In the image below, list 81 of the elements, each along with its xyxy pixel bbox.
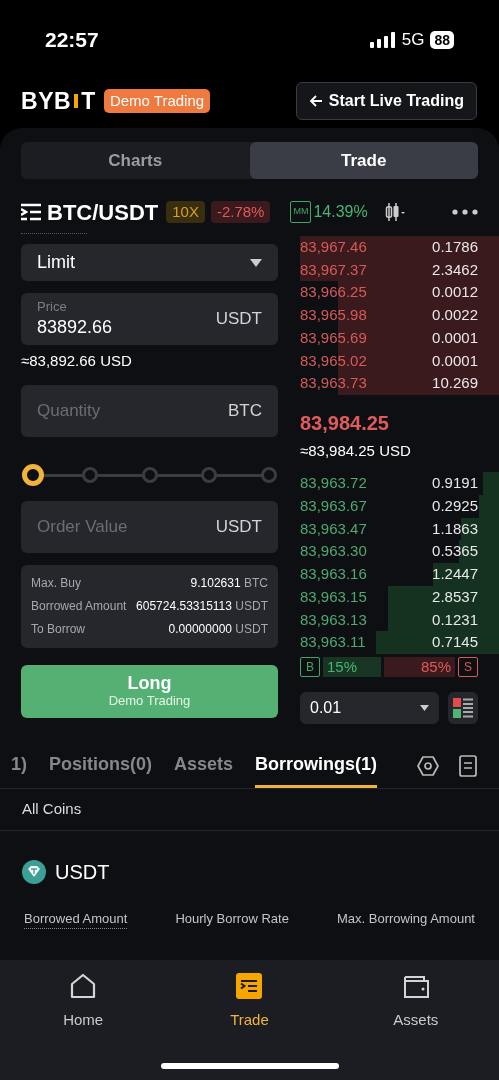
coin-name: USDT — [55, 859, 110, 885]
bid-row[interactable]: 83,963.72 0.9191 — [300, 472, 499, 495]
last-price-usd: ≈83,984.25 USD — [300, 440, 412, 461]
order-value-placeholder: Order Value — [37, 515, 128, 538]
ask-row[interactable]: 83,965.02 0.0001 — [300, 349, 499, 373]
info-value: 0.00000000 USDT — [168, 620, 268, 638]
sell-indicator: S — [458, 656, 478, 677]
pair-symbol[interactable]: BTC/USDT — [47, 195, 159, 229]
price-unit: USDT — [215, 308, 262, 331]
slider-thumb[interactable] — [22, 463, 44, 486]
column-header: Max. Borrowing Amount — [336, 909, 475, 928]
dropdown-caret-icon — [420, 704, 429, 711]
price-change-badge: -2.78% — [210, 200, 271, 224]
network-label: 5G — [401, 29, 425, 52]
book-layout-icon — [453, 697, 473, 718]
mm-ratio: 14.39% — [313, 202, 368, 222]
view-tab[interactable]: Trade — [249, 142, 478, 179]
section-tab[interactable]: Borrowings(1) — [255, 743, 378, 788]
bid-row[interactable]: 83,963.11 0.7145 — [300, 631, 499, 654]
quantity-field[interactable]: Quantity BTC — [21, 384, 278, 437]
column-header: Hourly Borrow Rate — [175, 909, 289, 928]
coin-icon — [22, 859, 46, 884]
candlestick-icon[interactable] — [384, 202, 407, 222]
ask-row[interactable]: 83,965.69 0.0001 — [300, 326, 499, 350]
tick-size-dropdown[interactable]: 0.01 — [300, 691, 439, 724]
more-icon[interactable] — [452, 209, 478, 215]
buy-indicator: B — [300, 656, 320, 677]
price-label: Price — [37, 299, 68, 315]
buy-share: 15% — [323, 656, 381, 677]
home-icon — [69, 972, 98, 1000]
info-label: Max. Buy — [31, 574, 81, 592]
settings-icon[interactable] — [417, 754, 439, 777]
ask-row[interactable]: 83,967.37 2.3462 — [300, 258, 499, 282]
last-price: 83,984.25 — [300, 410, 390, 436]
price-value: 83892.66 — [37, 316, 113, 339]
nav-item[interactable]: Assets — [332, 972, 499, 1032]
info-label: Borrowed Amount — [31, 597, 127, 615]
section-tab[interactable]: Positions(0) — [49, 743, 153, 788]
info-value: 605724.53315113 USDT — [136, 597, 268, 615]
price-field[interactable]: Price 83892.66 USDT — [21, 293, 278, 345]
dropdown-caret-icon — [250, 258, 262, 267]
nav-item[interactable]: Home — [0, 972, 167, 1032]
clock: 22:57 — [45, 27, 99, 54]
bid-row[interactable]: 83,963.67 0.2925 — [300, 495, 499, 518]
back-arrow-icon — [308, 94, 323, 108]
book-layout-button[interactable] — [448, 691, 478, 724]
leverage-badge: 10X — [166, 200, 205, 224]
demo-badge: Demo Trading — [103, 88, 211, 114]
view-tab[interactable]: Charts — [21, 142, 250, 179]
ask-row[interactable]: 83,967.46 0.1786 — [300, 236, 499, 259]
quantity-slider[interactable] — [22, 463, 277, 486]
bid-row[interactable]: 83,963.47 1.1863 — [300, 517, 499, 541]
ask-row[interactable]: 83,963.73 10.269 — [300, 372, 499, 395]
bid-row[interactable]: 83,963.15 2.8537 — [300, 585, 499, 609]
battery-level: 88 — [430, 31, 454, 49]
bid-row[interactable]: 83,963.13 0.1231 — [300, 608, 499, 632]
order-type-dropdown[interactable]: Limit — [21, 244, 278, 281]
pair-menu-icon — [21, 203, 41, 221]
ask-row[interactable]: 83,965.98 0.0022 — [300, 304, 499, 327]
price-usd-estimate: ≈83,892.66 USD — [21, 351, 133, 371]
signal-icon — [369, 32, 396, 48]
nav-item[interactable]: Trade — [166, 972, 333, 1032]
start-live-trading-button[interactable]: Start Live Trading — [295, 82, 477, 120]
section-tab[interactable]: Assets — [174, 743, 234, 788]
document-icon[interactable] — [459, 754, 477, 777]
mm-badge: MM — [290, 201, 312, 223]
bid-row[interactable]: 83,963.30 0.5365 — [300, 540, 499, 564]
order-value-unit: USDT — [215, 515, 262, 538]
bid-row[interactable]: 83,963.16 1.2447 — [300, 563, 499, 586]
quantity-placeholder: Quantity — [37, 399, 101, 422]
all-coins-filter[interactable]: All Coins — [22, 798, 82, 821]
info-label: To Borrow — [31, 620, 86, 638]
column-header: Borrowed Amount — [24, 908, 128, 930]
order-value-field[interactable]: Order Value USDT — [21, 500, 278, 553]
sell-share: 85% — [384, 656, 455, 677]
info-value: 9.102631 BTC — [190, 574, 268, 592]
quantity-unit: BTC — [228, 399, 262, 422]
trade-icon — [235, 972, 264, 1000]
bybit-logo: BYB T — [21, 86, 96, 116]
ask-row[interactable]: 83,966.25 0.0012 — [300, 281, 499, 305]
section-tab[interactable]: 1) — [11, 743, 27, 788]
